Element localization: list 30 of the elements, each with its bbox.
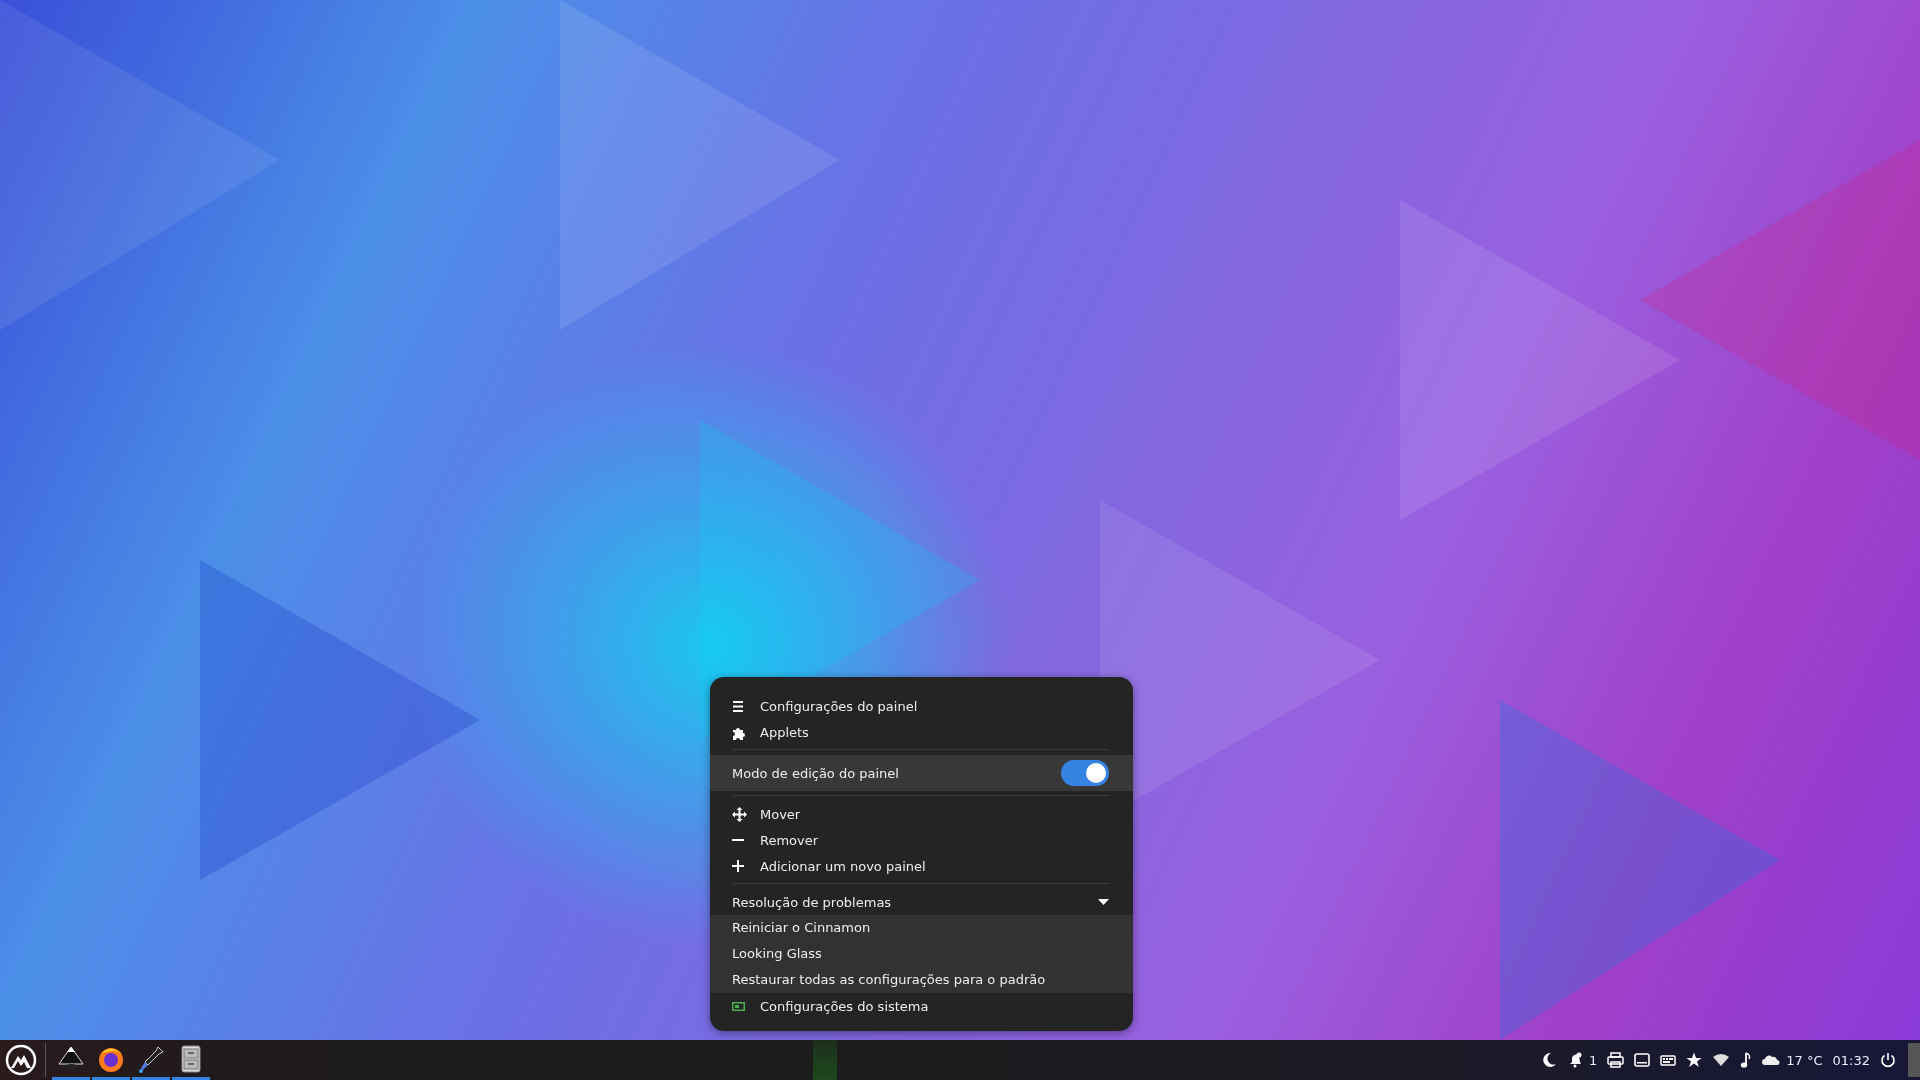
menu-item[interactable]: Adicionar um novo painel	[710, 853, 1133, 879]
notification-count: 1	[1589, 1052, 1598, 1068]
display-icon[interactable]	[1634, 1053, 1651, 1067]
cloud-icon[interactable]	[1762, 1054, 1781, 1066]
minus-icon	[732, 839, 744, 841]
keyboard-icon[interactable]	[1660, 1054, 1677, 1066]
menu-item[interactable]: Remover	[710, 827, 1133, 853]
printer-icon[interactable]	[1607, 1052, 1625, 1068]
menu-item[interactable]: Applets	[710, 719, 1133, 745]
menu-item[interactable]: Restaurar todas as configurações para o padrão	[710, 967, 1133, 993]
star-icon[interactable]	[1686, 1052, 1703, 1068]
menu-item[interactable]: Modo de edição do painel	[710, 755, 1133, 791]
temperature: 17 °C	[1786, 1052, 1823, 1068]
menu-item[interactable]: Reiniciar o Cinnamon	[710, 915, 1133, 941]
moon-icon[interactable]	[1541, 1052, 1557, 1068]
menu-item[interactable]: Mover	[710, 801, 1133, 827]
power-icon[interactable]	[1880, 1052, 1896, 1068]
menu-icon	[732, 700, 744, 712]
start-menu-icon[interactable]	[5, 1044, 37, 1076]
submenu-header[interactable]: Resolução de problemas	[710, 889, 1133, 915]
menu-item[interactable]: Configurações do sistema	[710, 993, 1133, 1019]
menu-item[interactable]: Configurações do painel	[710, 693, 1133, 719]
menu-item[interactable]: Looking Glass	[710, 941, 1133, 967]
move-icon	[732, 806, 747, 822]
toggle-switch[interactable]	[1061, 760, 1109, 786]
monitor-icon	[732, 1001, 745, 1011]
music-note-icon[interactable]	[1740, 1051, 1753, 1069]
wifi-icon[interactable]	[1712, 1053, 1731, 1067]
plus-icon	[732, 860, 744, 872]
clock[interactable]: 01:32	[1832, 1052, 1870, 1068]
